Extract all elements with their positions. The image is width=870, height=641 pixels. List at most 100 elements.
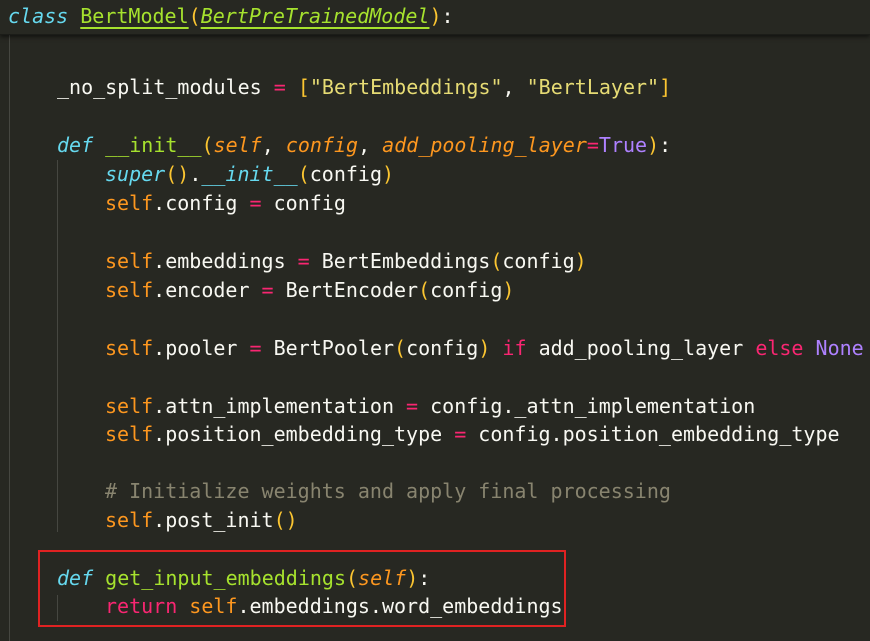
assign-operator: = [406,394,419,418]
paren-close: ) [429,4,442,28]
function-name[interactable]: __init__ [105,133,201,157]
sticky-scroll-header[interactable]: class BertModel(BertPreTrainedModel): [0,0,870,35]
parameter: self [358,566,407,590]
no-split-modules-line[interactable]: _no_split_modules = ["BertEmbeddings", "… [57,73,671,102]
init-definition-line[interactable]: def __init__(self, config, add_pooling_l… [57,131,671,160]
assign-operator: = [273,75,286,99]
config-assign-line[interactable]: self.config = config [105,189,346,218]
self-keyword: self [105,336,154,360]
class-keyword: class [8,4,69,28]
paren-open: ( [490,249,503,273]
value: config [273,191,346,215]
paren-open: ( [201,133,214,157]
colon: : [441,4,454,28]
paren-close: ) [647,133,660,157]
value: config._attn_implementation [430,394,756,418]
bracket-open: [ [297,75,310,99]
value: config.position_embedding_type [478,422,840,446]
class-call: BertEncoder [285,278,419,302]
constant: None [815,336,864,360]
embeddings-assign-line[interactable]: self.embeddings = BertEmbeddings(config) [105,247,587,276]
code-editor[interactable]: class BertModel(BertPreTrainedModel): _n… [0,0,870,641]
constant: True [598,133,648,157]
class-call: BertEmbeddings [321,249,491,273]
parameter: self [213,133,262,157]
assign-operator: = [586,133,599,157]
condition: add_pooling_layer [538,336,744,360]
attribute-chain: .embeddings.word_embeddings [237,594,563,618]
bracket-close: ] [659,75,672,99]
call-parens: () [165,162,190,186]
self-keyword: self [105,191,154,215]
comment-line[interactable]: # Initialize weights and apply final pro… [105,477,671,506]
comment-text: # Initialize weights and apply final pro… [105,479,671,503]
comma: , [502,75,515,99]
encoder-assign-line[interactable]: self.encoder = BertEncoder(config) [105,276,514,305]
position-embedding-type-line[interactable]: self.position_embedding_type = config.po… [105,420,840,449]
parameter: config [285,133,359,157]
assign-operator: = [249,191,262,215]
return-keyword: return [105,594,178,618]
attribute: .config [153,191,238,215]
indent-guide-init [57,160,58,532]
argument: config [430,278,503,302]
argument: config [406,336,479,360]
attribute: .attn_implementation [153,394,394,418]
assign-operator: = [454,422,467,446]
attribute: .pooler [153,336,238,360]
assign-operator: = [297,249,310,273]
method-name: __init__ [201,162,298,186]
self-keyword: self [105,422,154,446]
attribute-name: _no_split_modules [57,75,262,99]
self-keyword: self [105,394,154,418]
string-literal: "BertEmbeddings" [309,75,503,99]
parameter: add_pooling_layer [382,133,587,157]
return-line[interactable]: return self.embeddings.word_embeddings [105,592,563,621]
get-input-embeddings-definition-line[interactable]: def get_input_embeddings(self): [57,564,430,593]
attribute: .encoder [153,278,250,302]
assign-operator: = [249,336,262,360]
def-keyword: def [57,133,94,157]
paren-open: ( [346,566,359,590]
paren-open: ( [418,278,431,302]
paren-close: ) [406,566,419,590]
pooler-assign-line[interactable]: self.pooler = BertPooler(config) if add_… [105,334,864,363]
super-init-line[interactable]: super().__init__(config) [105,160,394,189]
attn-implementation-line[interactable]: self.attn_implementation = config._attn_… [105,392,755,421]
paren-close: ) [381,162,395,186]
builtin-function: super [105,162,166,186]
indent-guide-get [57,595,58,621]
method-call: .post_init [153,508,274,532]
indent-guide-class [9,35,10,641]
self-keyword: self [105,278,154,302]
self-keyword: self [105,249,154,273]
paren-close: ) [502,278,515,302]
colon: : [418,566,431,590]
argument: config [309,162,382,186]
dot: . [189,162,202,186]
paren-close: ) [574,249,587,273]
paren-open: ( [297,162,310,186]
class-call: BertPooler [273,336,395,360]
base-class-name[interactable]: BertPreTrainedModel [201,4,430,28]
attribute: .embeddings [153,249,286,273]
self-keyword: self [105,508,154,532]
function-name[interactable]: get_input_embeddings [105,566,346,590]
call-parens: () [273,508,298,532]
self-keyword: self [189,594,238,618]
assign-operator: = [261,278,274,302]
comma: , [261,133,274,157]
paren-open: ( [188,4,201,28]
if-keyword: if [502,336,527,360]
class-name[interactable]: BertModel [80,4,188,28]
post-init-line[interactable]: self.post_init() [105,506,298,535]
string-literal: "BertLayer" [526,75,660,99]
class-definition-line: class BertModel(BertPreTrainedModel): [8,2,454,31]
argument: config [502,249,575,273]
else-keyword: else [755,336,804,360]
paren-open: ( [394,336,407,360]
paren-close: ) [478,336,491,360]
comma: , [358,133,371,157]
def-keyword: def [57,566,94,590]
colon: : [659,133,672,157]
